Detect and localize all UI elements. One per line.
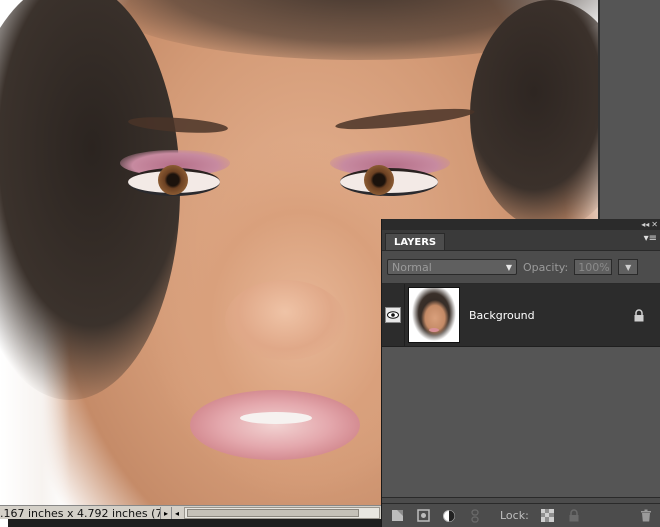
tab-layers[interactable]: LAYERS <box>385 233 446 250</box>
panel-tab-row: LAYERS ▾≡ <box>382 230 660 251</box>
link-layers-icon[interactable] <box>468 508 482 523</box>
layer-controls: Normal ▼ Opacity: 100% ▼ <box>382 251 660 284</box>
lock-transparent-pixels-icon[interactable] <box>541 509 555 523</box>
layer-row[interactable]: Background <box>382 284 660 347</box>
bottom-strip-corner <box>0 519 8 527</box>
lock-label: Lock: <box>500 509 529 522</box>
lock-icon <box>633 308 645 322</box>
panel-footer: Lock: <box>382 503 660 527</box>
status-menu-arrow-button[interactable]: ▸ <box>160 507 171 519</box>
layers-panel: ◂◂ ✕ LAYERS ▾≡ Normal ▼ Opacity: 100% ▼ … <box>381 219 660 527</box>
visibility-toggle[interactable] <box>382 284 405 346</box>
layer-thumbnail <box>408 287 460 343</box>
lips <box>190 390 360 460</box>
layer-name: Background <box>469 308 535 322</box>
blend-mode-select[interactable]: Normal ▼ <box>387 259 517 275</box>
panel-menu-button[interactable]: ▾≡ <box>644 233 657 244</box>
opacity-label: Opacity: <box>523 260 569 274</box>
adjustment-layer-icon[interactable] <box>442 509 456 523</box>
close-panel-button[interactable]: ✕ <box>651 219 658 230</box>
lock-all-icon[interactable] <box>567 509 581 523</box>
scroll-left-button[interactable]: ◂ <box>171 507 182 519</box>
layer-mask-icon[interactable] <box>416 509 430 523</box>
new-layer-icon[interactable] <box>390 509 404 523</box>
status-bar: .167 inches x 4.792 inches (7... ▸ ◂ <box>0 505 382 520</box>
eye-icon <box>385 307 401 323</box>
blend-mode-value: Normal <box>392 260 432 274</box>
trash-icon[interactable] <box>639 509 653 523</box>
teeth <box>240 412 312 424</box>
nose <box>225 280 345 360</box>
chevron-down-icon: ▼ <box>505 262 512 272</box>
thumbnail-lips <box>429 328 439 332</box>
opacity-slider-button[interactable]: ▼ <box>618 259 639 275</box>
layers-list-empty-area <box>382 347 660 498</box>
scrollbar-thumb[interactable] <box>187 509 359 517</box>
opacity-input[interactable]: 100% <box>574 259 613 275</box>
horizontal-scrollbar[interactable] <box>184 507 380 519</box>
canvas-edge <box>598 0 600 220</box>
bottom-strip <box>0 519 382 527</box>
left-iris <box>158 165 188 195</box>
collapse-panel-button[interactable]: ◂◂ <box>641 219 649 230</box>
right-iris <box>364 165 394 195</box>
document-size-info: .167 inches x 4.792 inches (7... <box>0 506 160 520</box>
workspace-background <box>598 0 660 220</box>
panel-title-bar: ◂◂ ✕ <box>382 219 660 230</box>
